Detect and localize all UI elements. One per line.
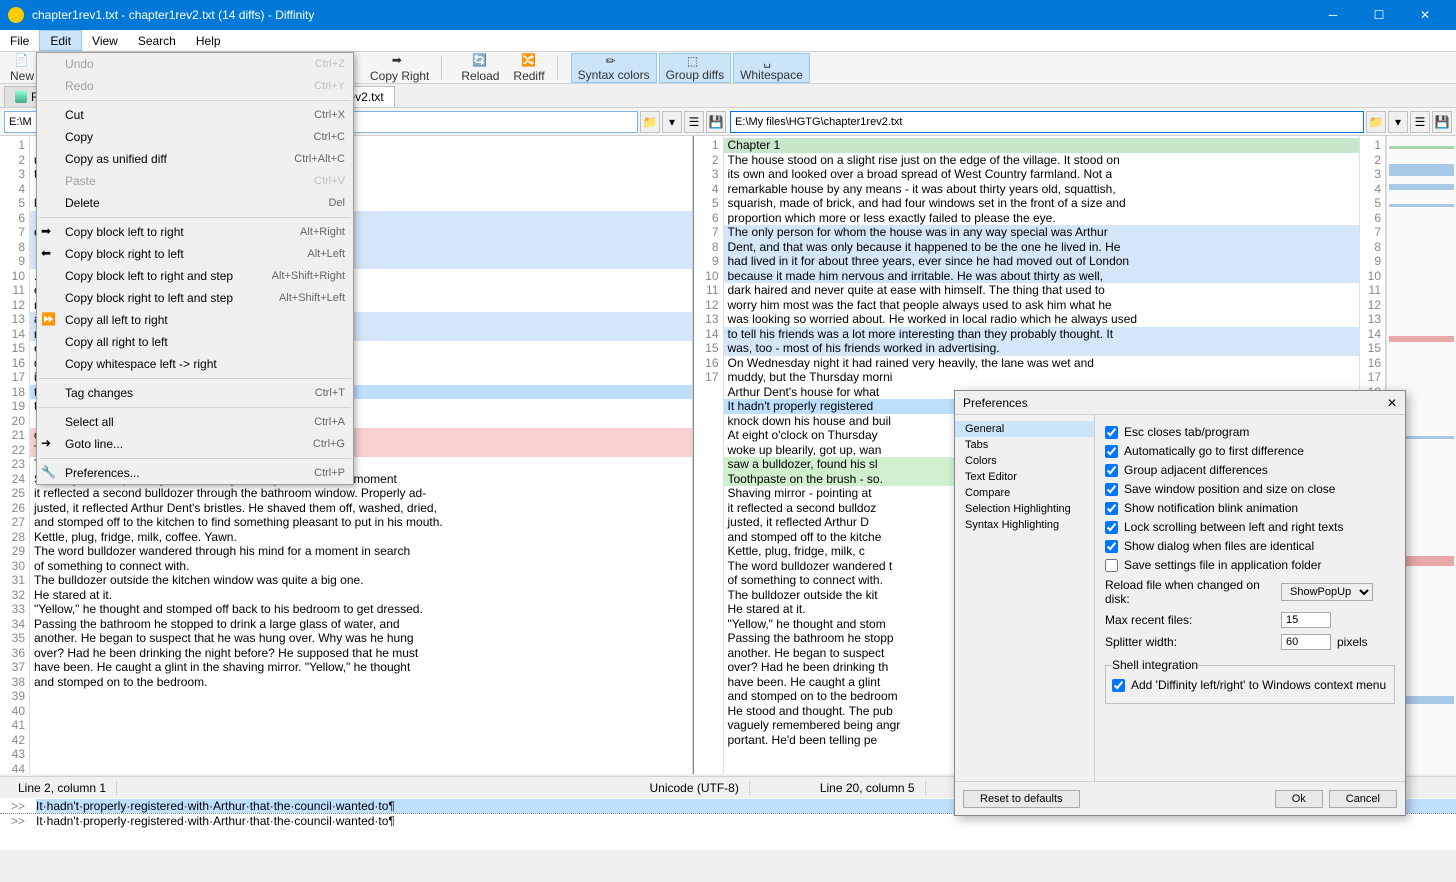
recent-files-input[interactable] — [1281, 612, 1331, 628]
close-button[interactable]: ✕ — [1402, 0, 1448, 30]
preferences-title: Preferences — [963, 396, 1028, 410]
prefs-nav-general[interactable]: General — [955, 421, 1094, 437]
prefs-nav-colors[interactable]: Colors — [955, 453, 1094, 469]
menu-edit[interactable]: Edit — [39, 30, 82, 51]
right-gutter: 1234567891011121314151617 — [694, 136, 724, 774]
left-position: Line 2, column 1 — [8, 781, 117, 795]
rediff-button[interactable]: 🔀Rediff — [507, 53, 550, 83]
right-list-button[interactable]: ☰ — [1410, 111, 1430, 133]
menu-item-copy-block-left-to-right[interactable]: ➡Copy block left to rightAlt+Right — [37, 221, 353, 243]
menu-item-delete[interactable]: DeleteDel — [37, 192, 353, 214]
bottom-line-2: It·hadn't·properly·registered·with·Arthu… — [36, 814, 1456, 828]
reload-button[interactable]: 🔄Reload — [455, 53, 505, 83]
doc-icon — [15, 91, 27, 103]
checkbox-save-settings-file-in-application-folder[interactable] — [1105, 559, 1118, 572]
menu-search[interactable]: Search — [128, 30, 186, 51]
checkbox-show-notification-blink-animation[interactable] — [1105, 502, 1118, 515]
menu-view[interactable]: View — [82, 30, 128, 51]
group-icon: ⬚ — [687, 54, 703, 68]
shell-checkbox[interactable] — [1112, 679, 1125, 692]
menu-item-copy-all-left-to-right[interactable]: ⏩Copy all left to right — [37, 309, 353, 331]
menu-item-paste[interactable]: PasteCtrl+V — [37, 170, 353, 192]
group-diffs-button[interactable]: ⬚Group diffs — [659, 53, 731, 83]
new-icon: 📄 — [14, 53, 30, 69]
menu-item-copy-whitespace-left-right[interactable]: Copy whitespace left -> right — [37, 353, 353, 375]
goto-icon: ➜ — [41, 436, 57, 452]
whitespace-button[interactable]: ␣Whitespace — [733, 53, 810, 83]
prefs-nav-selection-highlighting[interactable]: Selection Highlighting — [955, 501, 1094, 517]
checkbox-show-dialog-when-files-are-identical[interactable] — [1105, 540, 1118, 553]
left-gutter: 1234567891011121314151617181920212223242… — [0, 136, 30, 774]
prefs-nav-compare[interactable]: Compare — [955, 485, 1094, 501]
menu-item-copy[interactable]: CopyCtrl+C — [37, 126, 353, 148]
menu-item-copy-all-right-to-left[interactable]: Copy all right to left — [37, 331, 353, 353]
pencil-icon: ✏ — [606, 54, 622, 68]
menu-item-copy-block-right-to-left-and-step[interactable]: Copy block right to left and stepAlt+Shi… — [37, 287, 353, 309]
menu-item-copy-block-right-to-left[interactable]: ⬅Copy block right to leftAlt+Left — [37, 243, 353, 265]
rediff-icon: 🔀 — [521, 53, 537, 69]
checkbox-lock-scrolling-between-left-and-right-texts[interactable] — [1105, 521, 1118, 534]
right-browse-button[interactable]: 📁 — [1366, 111, 1386, 133]
arrow-left-icon: ⬅ — [41, 246, 57, 262]
right-position: Line 20, column 5 — [810, 781, 926, 795]
right-dropdown-button[interactable]: ▾ — [1388, 111, 1408, 133]
left-browse-button[interactable]: 📁 — [640, 111, 660, 133]
menu-item-redo[interactable]: RedoCtrl+Y — [37, 75, 353, 97]
checkbox-group-adjacent-differences[interactable] — [1105, 464, 1118, 477]
arrow-right-icon: ➡ — [41, 224, 57, 240]
app-icon — [8, 7, 24, 23]
ok-button[interactable]: Ok — [1275, 790, 1323, 808]
splitter-input[interactable] — [1281, 634, 1331, 650]
menubar: File Edit View Search Help — [0, 30, 1456, 52]
encoding: Unicode (UTF-8) — [639, 781, 749, 795]
menu-item-cut[interactable]: CutCtrl+X — [37, 104, 353, 126]
reload-select[interactable]: ShowPopUp — [1281, 583, 1373, 601]
arrow-right-all-icon: ⏩ — [41, 312, 57, 328]
wrench-icon: 🔧 — [41, 465, 57, 481]
window-title: chapter1rev1.txt - chapter1rev2.txt (14 … — [32, 8, 1310, 22]
menu-item-undo[interactable]: UndoCtrl+Z — [37, 53, 353, 75]
preferences-nav: GeneralTabsColorsText EditorCompareSelec… — [955, 415, 1095, 781]
preferences-close-icon[interactable]: ✕ — [1387, 396, 1397, 410]
menu-file[interactable]: File — [0, 30, 39, 51]
checkbox-save-window-position-and-size-on-close[interactable] — [1105, 483, 1118, 496]
copy-right-button[interactable]: ➡Copy Right — [364, 53, 435, 83]
preferences-dialog: Preferences ✕ GeneralTabsColorsText Edito… — [954, 390, 1406, 816]
edit-menu-dropdown: UndoCtrl+ZRedoCtrl+YCutCtrl+XCopyCtrl+CC… — [36, 52, 354, 485]
whitespace-icon: ␣ — [763, 54, 779, 68]
prefs-nav-syntax-highlighting[interactable]: Syntax Highlighting — [955, 517, 1094, 533]
cancel-button[interactable]: Cancel — [1329, 790, 1397, 808]
titlebar: chapter1rev1.txt - chapter1rev2.txt (14 … — [0, 0, 1456, 30]
prefs-nav-text-editor[interactable]: Text Editor — [955, 469, 1094, 485]
syntax-colors-button[interactable]: ✏Syntax colors — [571, 53, 657, 83]
left-save-button[interactable]: 💾 — [706, 111, 726, 133]
menu-item-copy-as-unified-diff[interactable]: Copy as unified diffCtrl+Alt+C — [37, 148, 353, 170]
arrow-right-icon: ➡ — [392, 53, 408, 69]
prefs-nav-tabs[interactable]: Tabs — [955, 437, 1094, 453]
minimize-button[interactable]: ─ — [1310, 0, 1356, 30]
left-dropdown-button[interactable]: ▾ — [662, 111, 682, 133]
maximize-button[interactable]: ☐ — [1356, 0, 1402, 30]
reset-defaults-button[interactable]: Reset to defaults — [963, 790, 1080, 808]
reload-icon: 🔄 — [472, 53, 488, 69]
preferences-content: Esc closes tab/programAutomatically go t… — [1095, 415, 1405, 781]
right-path-input[interactable] — [730, 111, 1364, 133]
menu-item-tag-changes[interactable]: Tag changesCtrl+T — [37, 382, 353, 404]
checkbox-esc-closes-tab-program[interactable] — [1105, 426, 1118, 439]
menu-item-copy-block-left-to-right-and-step[interactable]: Copy block left to right and stepAlt+Shi… — [37, 265, 353, 287]
menu-item-preferences-[interactable]: 🔧Preferences...Ctrl+P — [37, 462, 353, 484]
menu-help[interactable]: Help — [186, 30, 231, 51]
menu-item-select-all[interactable]: Select allCtrl+A — [37, 411, 353, 433]
checkbox-automatically-go-to-first-difference[interactable] — [1105, 445, 1118, 458]
new-button[interactable]: 📄New — [4, 53, 40, 83]
menu-item-goto-line-[interactable]: ➜Goto line...Ctrl+G — [37, 433, 353, 455]
right-save-button[interactable]: 💾 — [1432, 111, 1452, 133]
left-list-button[interactable]: ☰ — [684, 111, 704, 133]
